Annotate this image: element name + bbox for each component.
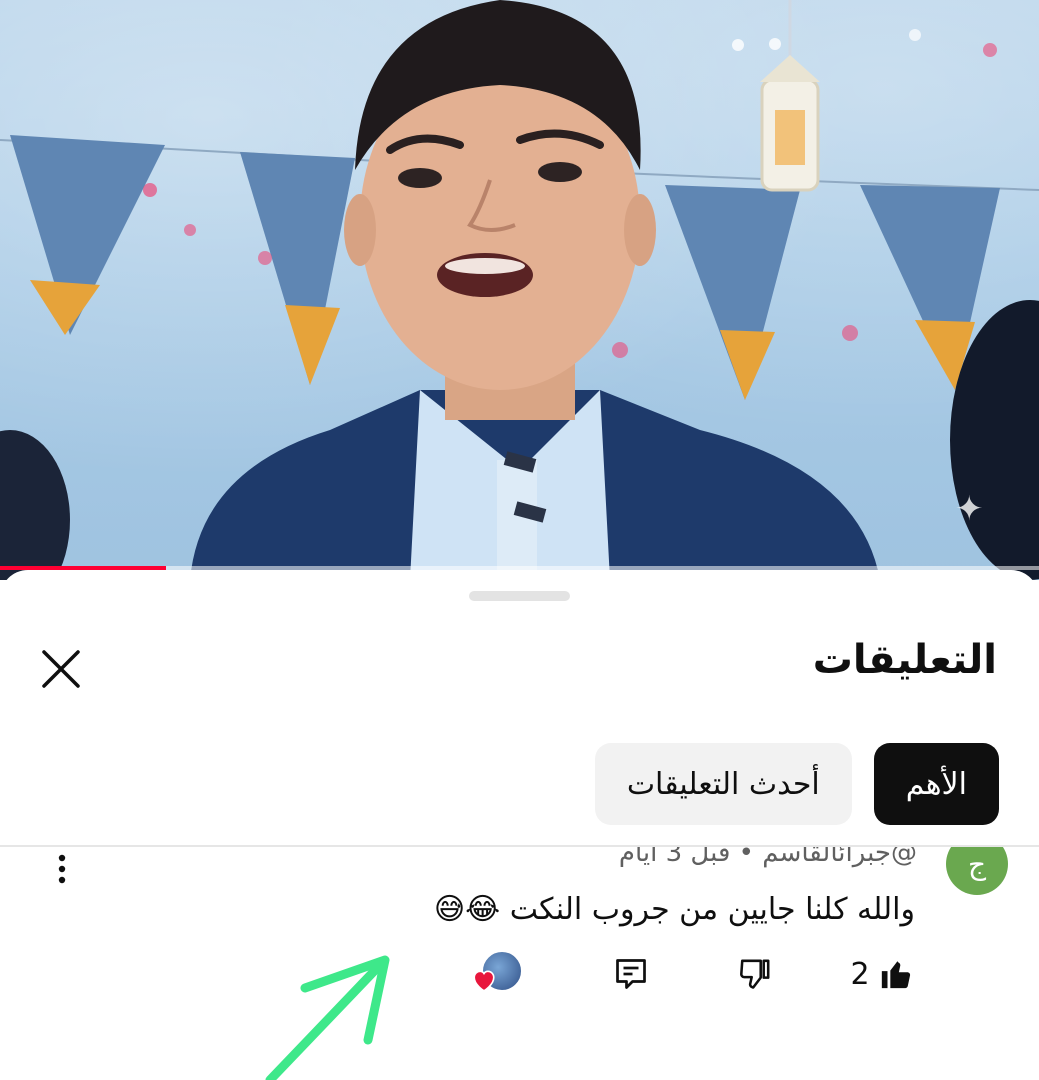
meta-separator: • (738, 847, 754, 868)
comments-title: التعليقات (812, 637, 997, 683)
comment-sort-chips: أحدث التعليقات الأهم (594, 743, 999, 825)
close-button[interactable] (30, 638, 92, 700)
sheet-drag-handle[interactable] (469, 591, 570, 601)
dislike-button[interactable] (730, 942, 780, 1006)
like-count: 2 (850, 956, 870, 992)
more-vert-icon (58, 854, 66, 884)
comments-sheet: التعليقات أحدث التعليقات الأهم ج @جبرائا… (0, 570, 1039, 1080)
chip-newest-label: أحدث التعليقات (626, 766, 820, 802)
avatar-letter: ج (967, 847, 987, 881)
chip-newest[interactable]: أحدث التعليقات (594, 743, 852, 825)
video-frame-illustration: ✦ (0, 0, 1039, 580)
reply-button[interactable] (606, 942, 656, 1006)
creator-heart-icon (471, 944, 531, 1004)
close-icon (42, 650, 80, 688)
avatar[interactable]: ج (946, 847, 1008, 895)
video-player[interactable]: ✦ (0, 0, 1039, 580)
chip-top-label: الأهم (905, 766, 967, 802)
comment-time: قبل 3 أيام (618, 847, 731, 868)
heart-icon (473, 970, 495, 992)
comment-meta: @جبرائالقاسم • قبل 3 أيام (619, 847, 917, 871)
thumbs-down-icon (740, 959, 770, 989)
comment-actions: 2 (0, 942, 1039, 1022)
creator-heart (470, 942, 532, 1006)
comment-item: ج @جبرائالقاسم • قبل 3 أيام والله كلنا ج… (0, 847, 1039, 1080)
chip-top[interactable]: الأهم (873, 743, 999, 825)
like-button[interactable]: 2 (842, 942, 922, 1006)
reply-icon (616, 959, 646, 989)
thumbs-up-icon (881, 961, 910, 989)
comment-author[interactable]: @جبرائالقاسم (762, 847, 917, 868)
comment-more-button[interactable] (40, 847, 84, 895)
svg-text:✦: ✦ (955, 489, 984, 529)
comment-text: والله كلنا جايين من جروب النكت 😂😅 (433, 892, 915, 927)
